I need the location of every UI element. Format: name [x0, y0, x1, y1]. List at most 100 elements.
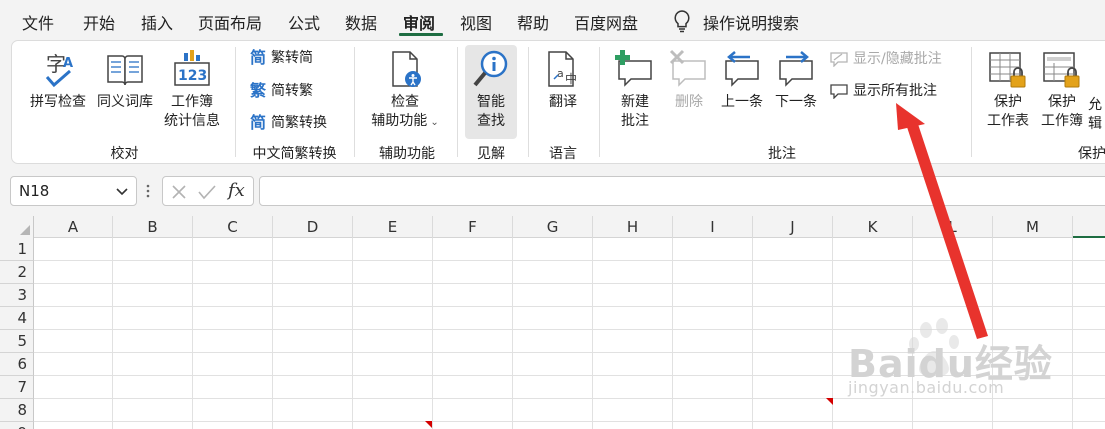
- row-header[interactable]: 8: [0, 399, 34, 422]
- chinese-conversion-button[interactable]: 简简繁转换: [250, 112, 327, 134]
- protect-sheet-label-2: 工作表: [987, 113, 1029, 129]
- column-header[interactable]: A: [34, 216, 113, 238]
- tab-file[interactable]: 文件: [22, 10, 54, 34]
- group-label-proofing: 校对: [110, 146, 139, 162]
- workbook-statistics-button[interactable]: 123 工作簿 统计信息: [160, 49, 224, 131]
- translate-label: 翻译: [549, 94, 577, 110]
- tab-page-layout[interactable]: 页面布局: [198, 10, 262, 34]
- check-accessibility-button[interactable]: 检查 辅助功能 ⌄: [364, 49, 446, 132]
- column-header[interactable]: M: [993, 216, 1073, 238]
- spell-check-button[interactable]: 字 A 拼写检查: [27, 49, 89, 112]
- svg-text:A: A: [63, 56, 73, 71]
- column-header[interactable]: C: [193, 216, 273, 238]
- column-gridline: [1072, 238, 1073, 429]
- workbook-statistics-icon: 123: [174, 50, 210, 86]
- column-header[interactable]: J: [753, 216, 833, 238]
- translate-icon: a 中: [548, 51, 577, 87]
- group-label-protect: 保护: [1078, 146, 1105, 162]
- protect-sheet-icon: [989, 52, 1026, 88]
- column-header[interactable]: B: [113, 216, 193, 238]
- thesaurus-button[interactable]: 同义词库: [92, 49, 158, 112]
- column-header[interactable]: D: [273, 216, 353, 238]
- group-label-comments: 批注: [768, 146, 796, 162]
- column-header[interactable]: L: [913, 216, 993, 238]
- svg-text:中: 中: [565, 71, 577, 86]
- cancel-icon[interactable]: [171, 184, 187, 200]
- next-comment-icon: [779, 51, 813, 87]
- protect-sheet-button[interactable]: 保护 工作表: [982, 49, 1034, 131]
- row-gridline: [34, 306, 1105, 307]
- tab-baidu-netdisk[interactable]: 百度网盘: [574, 10, 638, 34]
- group-label-language: 语言: [549, 146, 577, 162]
- tab-help[interactable]: 帮助: [517, 10, 549, 34]
- column-gridline: [512, 238, 513, 429]
- simplified-to-traditional-button[interactable]: 繁简转繁: [250, 80, 313, 102]
- delete-comment-button[interactable]: 删除: [664, 49, 714, 112]
- column-header[interactable]: E: [353, 216, 433, 238]
- insert-function-button[interactable]: fx: [228, 180, 245, 201]
- previous-comment-button[interactable]: 上一条: [716, 49, 768, 112]
- traditional-to-simplified-button[interactable]: 简繁转简: [250, 47, 313, 69]
- tell-me-search[interactable]: 操作说明搜索: [703, 10, 799, 34]
- name-box[interactable]: N18: [10, 176, 137, 206]
- traditional-to-simplified-label: 繁转简: [271, 50, 314, 66]
- show-hide-comment-button[interactable]: 显示/隐藏批注: [830, 48, 942, 70]
- new-comment-button[interactable]: 新建 批注: [610, 49, 660, 131]
- row-header[interactable]: 9: [0, 422, 34, 429]
- group-label-chinese-conversion: 中文简繁转换: [252, 146, 337, 162]
- comment-indicator[interactable]: [425, 421, 432, 428]
- row-gridline: [34, 421, 1105, 422]
- simplified-to-traditional-label: 简转繁: [271, 83, 314, 99]
- tab-data[interactable]: 数据: [345, 10, 377, 34]
- lightbulb-icon[interactable]: [671, 9, 693, 33]
- enter-check-icon[interactable]: [198, 184, 216, 200]
- smart-lookup-label-2: 查找: [477, 113, 505, 129]
- column-gridline: [192, 238, 193, 429]
- row-header[interactable]: 3: [0, 284, 34, 307]
- watermark-url: jingyan.baidu.com: [848, 378, 1005, 397]
- show-all-comments-label: 显示所有批注: [853, 83, 937, 99]
- row-header[interactable]: 7: [0, 376, 34, 399]
- tab-view[interactable]: 视图: [460, 10, 492, 34]
- column-header[interactable]: K: [833, 216, 913, 238]
- column-gridline: [272, 238, 273, 429]
- column-gridline: [672, 238, 673, 429]
- row-header[interactable]: 2: [0, 261, 34, 284]
- row-header[interactable]: 1: [0, 238, 34, 261]
- select-all-button[interactable]: [0, 216, 34, 238]
- column-header[interactable]: H: [593, 216, 673, 238]
- select-all-triangle-icon: [20, 225, 30, 235]
- column-gridline: [752, 238, 753, 429]
- column-header[interactable]: I: [673, 216, 753, 238]
- row-header[interactable]: 5: [0, 330, 34, 353]
- tab-home[interactable]: 开始: [83, 10, 115, 34]
- tab-review[interactable]: 审阅: [403, 10, 435, 34]
- ribbon-review: 字 A 拼写检查 同义词库 123 工作簿 统计信息 校对 简 繁转简 繁 简转…: [11, 40, 1105, 164]
- tab-insert[interactable]: 插入: [141, 10, 173, 34]
- smart-lookup-button[interactable]: 智能 查找: [465, 49, 517, 131]
- row-header[interactable]: 6: [0, 353, 34, 376]
- accessibility-icon: [392, 51, 421, 87]
- chevron-down-icon: ⌄: [427, 117, 439, 128]
- row-header[interactable]: 4: [0, 307, 34, 330]
- translate-button[interactable]: a 中 翻译: [537, 49, 589, 112]
- column-header[interactable]: G: [513, 216, 593, 238]
- splitter-handle-icon[interactable]: [146, 183, 150, 199]
- chevron-down-icon[interactable]: [116, 188, 128, 196]
- next-comment-button[interactable]: 下一条: [770, 49, 822, 112]
- allow-edit-ranges-label-1: 允: [1088, 97, 1102, 113]
- comment-icon: [830, 84, 848, 99]
- allow-edit-ranges-button[interactable]: 允 辑: [1088, 96, 1105, 134]
- tab-formulas[interactable]: 公式: [288, 10, 320, 34]
- protect-workbook-button[interactable]: 保护 工作簿: [1036, 49, 1088, 131]
- check-accessibility-label-1: 检查: [391, 94, 419, 110]
- formula-input[interactable]: [259, 176, 1105, 206]
- selected-column-indicator: [1073, 236, 1105, 238]
- formula-buttons: fx: [162, 176, 254, 206]
- delete-comment-icon: [669, 49, 706, 87]
- protect-workbook-label-1: 保护: [1048, 94, 1076, 110]
- column-header[interactable]: F: [433, 216, 513, 238]
- column-gridline: [592, 238, 593, 429]
- show-all-comments-button[interactable]: 显示所有批注: [830, 80, 937, 102]
- comment-indicator[interactable]: [826, 398, 833, 405]
